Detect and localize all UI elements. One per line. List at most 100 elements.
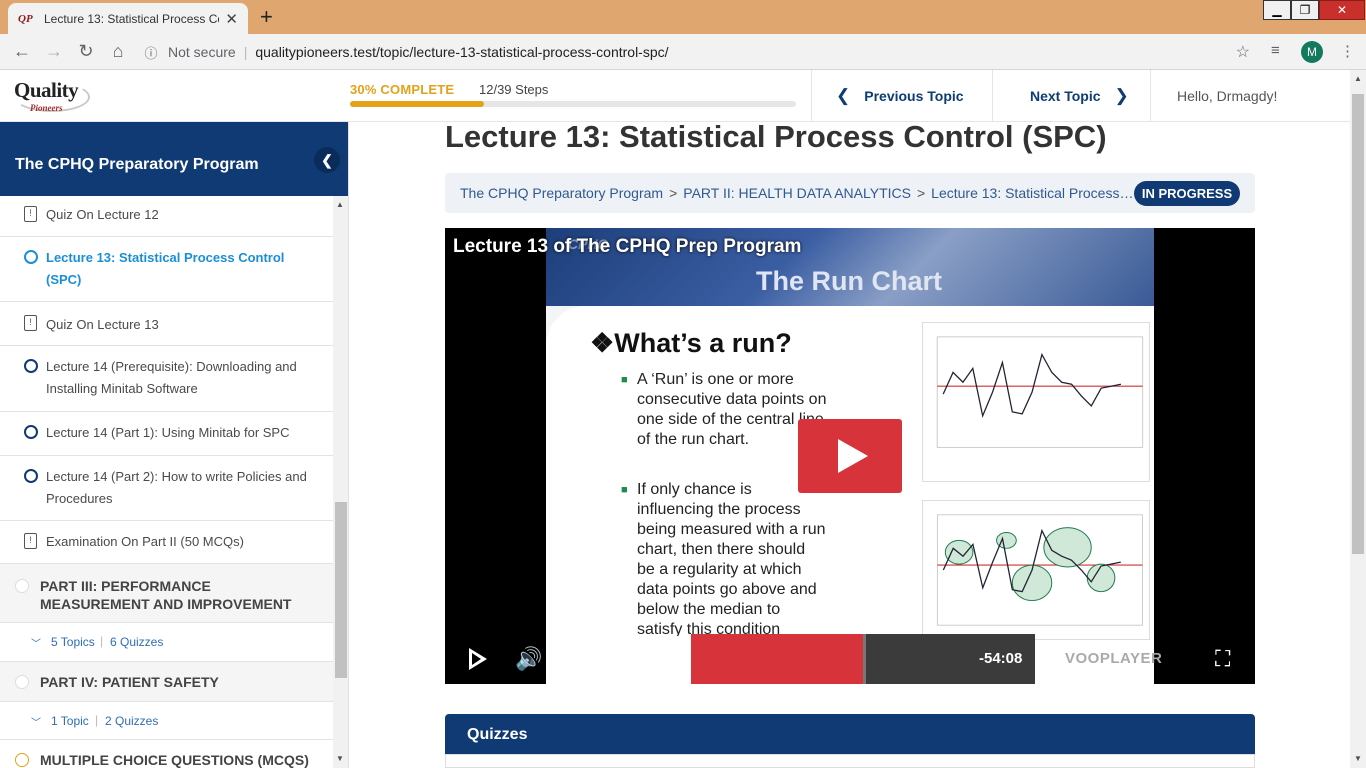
status-badge: IN PROGRESS [1134,181,1240,206]
sidebar-item-label: Lecture 14 (Part 1): Using Minitab for S… [46,425,290,440]
breadcrumb-course[interactable]: The CPHQ Preparatory Program [460,185,663,201]
quizzes-count: 6 Quizzes [110,635,164,649]
lesson-status-icon [24,425,38,439]
quiz-icon: ! [24,533,37,549]
sidebar-item-quiz-12[interactable]: ! Quiz On Lecture 12 [0,196,333,237]
big-play-button[interactable] [798,419,902,493]
section-status-icon [15,753,29,767]
sidebar-item-label: Examination On Part II (50 MCQs) [46,534,244,549]
sidebar-scrollbar[interactable]: ▲ ▼ [333,196,348,768]
fullscreen-icon[interactable]: ⛶ [1215,646,1230,672]
scroll-up-icon[interactable]: ▲ [336,200,344,209]
restore-button[interactable]: ❐ [1291,0,1319,20]
reload-icon[interactable]: ↻ [70,41,102,62]
address-bar: ← → ↻ ⌂ ⓘ Not secure | qualitypioneers.t… [0,34,1366,70]
slide-heading: ❖What’s a run? [590,328,792,359]
player-brand-logo[interactable]: VOOPLAYER [1065,650,1162,667]
topics-count: 5 Topics [51,635,95,649]
url-field[interactable]: ⓘ Not secure | qualitypioneers.test/topi… [140,37,1260,67]
section-part-4[interactable]: PART IV: PATIENT SAFETY [0,662,333,702]
page-scrollbar[interactable]: ▲ ▼ [1350,70,1366,768]
close-tab-icon[interactable]: ✕ [225,10,238,28]
new-tab-button[interactable]: + [260,6,273,28]
video-title: Lecture 13 of The CPHQ Prep Program [453,236,802,257]
profile-avatar[interactable]: M [1301,41,1323,63]
page-scroll-thumb[interactable] [1352,94,1364,554]
play-icon-inner [472,653,481,665]
lesson-status-icon [24,250,38,264]
sidebar-item-label: Quiz On Lecture 12 [46,207,159,222]
bullet-icon: ■ [621,374,628,386]
run-chart-thumbnail-1 [922,322,1150,482]
collapse-sidebar-icon[interactable]: ❮ [314,147,340,173]
media-queue-icon[interactable]: ≡ [1271,42,1280,59]
progress-bar [350,101,796,107]
url-text[interactable]: qualitypioneers.test/topic/lecture-13-st… [255,44,668,60]
page-title: Lecture 13: Statistical Process Control … [445,119,1107,154]
sidebar-item-lecture-13[interactable]: Lecture 13: Statistical Process Control … [0,237,333,302]
menu-kebab-icon[interactable]: ⋮ [1340,42,1355,60]
seek-handle[interactable] [863,634,866,684]
chevron-down-icon: ﹀ [31,639,41,650]
progress-steps: 12/39 Steps [479,82,549,97]
slide-heading-text: What’s a run? [614,328,792,358]
sidebar-item-quiz-13[interactable]: ! Quiz On Lecture 13 [0,302,333,346]
sidebar-scroll-thumb[interactable] [335,502,347,678]
section-title: MULTIPLE CHOICE QUESTIONS (MCQS) [40,752,309,768]
chevron-right-icon: ❯ [1114,85,1129,105]
breadcrumb-part[interactable]: PART II: HEALTH DATA ANALYTICS [683,185,911,201]
progress-percent: 30% COMPLETE [350,82,455,97]
home-icon[interactable]: ⌂ [102,41,134,62]
back-icon[interactable]: ← [6,41,38,62]
lesson-status-icon [24,469,38,483]
chevron-down-icon: ﹀ [31,718,41,729]
sidebar-title[interactable]: The CPHQ Preparatory Program [15,156,259,174]
section-part-3[interactable]: PART III: PERFORMANCE MEASUREMENT AND IM… [0,564,333,623]
window-close-button[interactable]: ✕ [1319,0,1365,20]
site-header: Quality Pioneers 30% COMPLETE 12/39 Step… [0,70,1350,122]
sidebar-item-lecture-14-part2[interactable]: Lecture 14 (Part 2): How to write Polici… [0,456,333,521]
user-greeting[interactable]: Hello, Drmagdy! [1150,70,1350,121]
sidebar-item-lecture-14-part1[interactable]: Lecture 14 (Part 1): Using Minitab for S… [0,412,333,456]
slide-bullet-2: If only chance is influencing the proces… [637,481,826,636]
seek-bar-played [691,634,863,684]
video-player[interactable]: CPHQ The Run Chart ❖What’s a run? ■ A ‘R… [445,228,1255,684]
course-progress: 30% COMPLETE 12/39 Steps [350,82,800,107]
scroll-up-icon[interactable]: ▲ [1354,74,1362,83]
section-mcqs[interactable]: MULTIPLE CHOICE QUESTIONS (MCQS) [0,740,333,768]
forward-icon[interactable]: → [38,41,70,62]
bullet-icon: ■ [621,484,628,496]
section-part-4-expand[interactable]: ﹀ 1 Topic | 2 Quizzes [0,702,333,740]
site-favicon-icon: QP [18,12,33,25]
remaining-time: -54:08 [979,650,1023,667]
breadcrumb-separator: > [916,185,926,201]
sidebar-item-label: Lecture 13: Statistical Process Control … [46,250,285,287]
quiz-icon: ! [24,206,37,222]
bookmark-star-icon[interactable]: ☆ [1236,42,1250,62]
scroll-down-icon[interactable]: ▼ [336,754,344,763]
sidebar-item-label: Quiz On Lecture 13 [46,317,159,332]
section-status-icon [15,675,29,689]
run-chart-thumbnail-2 [922,500,1150,640]
lesson-list: ! Quiz On Lecture 12 Lecture 13: Statist… [0,196,333,768]
volume-icon[interactable]: 🔊 [515,646,542,672]
section-title: PART IV: PATIENT SAFETY [40,674,219,690]
info-icon[interactable]: ⓘ [140,43,162,62]
section-part-3-expand[interactable]: ﹀ 5 Topics | 6 Quizzes [0,623,333,662]
browser-tab[interactable]: QP Lecture 13: Statistical Process Co ✕ [8,3,248,34]
quizzes-count: 2 Quizzes [105,714,159,728]
breadcrumb-lecture[interactable]: Lecture 13: Statistical Process C... [931,185,1137,201]
site-logo[interactable]: Quality Pioneers [14,78,94,116]
not-secure-label: Not secure [168,44,236,60]
sidebar-item-exam-part2[interactable]: ! Examination On Part II (50 MCQs) [0,521,333,564]
sidebar-item-lecture-14-prereq[interactable]: Lecture 14 (Prerequisite): Downloading a… [0,346,333,412]
chevron-left-icon: ❮ [836,85,851,105]
minimize-button[interactable]: ▁ [1263,0,1291,20]
next-topic-button[interactable]: Next Topic ❯ [992,70,1150,121]
diamond-bullet-icon: ❖ [590,328,615,358]
video-controls: 🔊 0:54:05 / 1:48:14 -54:08 VOOPLAYER ⛶ [445,634,1255,684]
scroll-down-icon[interactable]: ▼ [1354,754,1362,763]
sidebar-item-label: Lecture 14 (Part 2): How to write Polici… [46,469,307,506]
previous-topic-button[interactable]: ❮ Previous Topic [811,70,992,121]
duration: 1:48:14 [637,651,682,666]
